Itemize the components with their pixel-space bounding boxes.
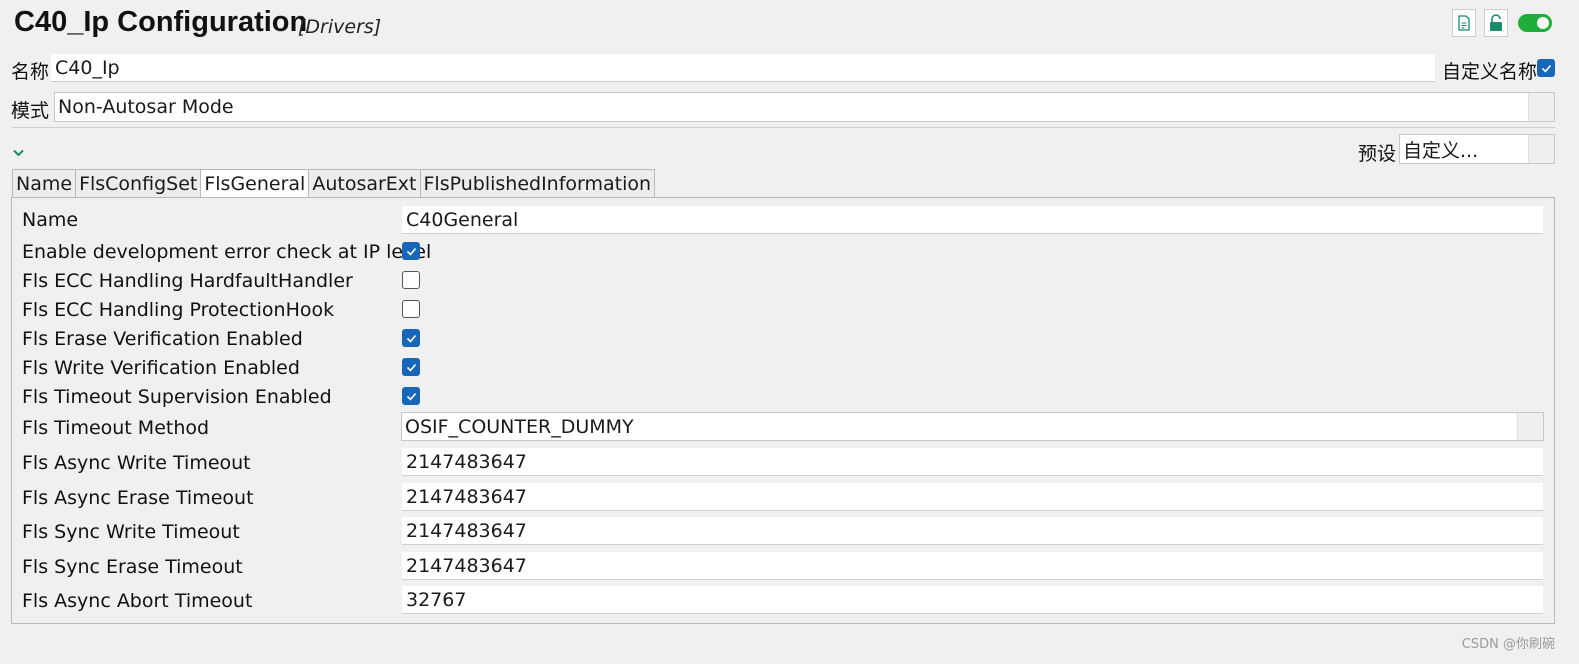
check-icon [406, 247, 416, 256]
async-erase-timeout-label: Fls Async Erase Timeout [22, 487, 254, 509]
async-erase-timeout-input[interactable]: 2147483647 [402, 483, 1543, 511]
preset-select-value: 自定义... [1403, 139, 1479, 162]
erase-verification-checkbox[interactable] [402, 329, 420, 347]
dropdown-arrow-area[interactable] [1528, 135, 1554, 163]
custom-name-checkbox[interactable] [1537, 59, 1555, 77]
check-icon [1541, 64, 1551, 73]
ecc-hardfault-checkbox[interactable] [402, 271, 420, 289]
document-icon [1458, 15, 1470, 31]
tab-name[interactable]: Name [12, 169, 76, 198]
divider [12, 127, 1555, 128]
timeout-method-label: Fls Timeout Method [22, 417, 210, 439]
ecc-hardfault-label: Fls ECC Handling HardfaultHandler [22, 270, 353, 292]
general-name-label: Name [22, 209, 79, 231]
check-icon [406, 334, 416, 343]
async-write-timeout-label: Fls Async Write Timeout [22, 452, 251, 474]
unlock-icon-button[interactable] [1484, 9, 1508, 37]
name-label: 名称 [11, 61, 50, 83]
timeout-method-select[interactable]: OSIF_COUNTER_DUMMY [401, 412, 1544, 441]
check-icon [406, 363, 416, 372]
timeout-supervision-label: Fls Timeout Supervision Enabled [22, 386, 332, 408]
mode-select-value: Non-Autosar Mode [58, 96, 234, 118]
timeout-supervision-checkbox[interactable] [402, 387, 420, 405]
sync-erase-timeout-label: Fls Sync Erase Timeout [22, 556, 243, 578]
dev-error-check-label: Enable development error check at IP lev… [22, 241, 432, 263]
document-icon-button[interactable] [1452, 9, 1476, 37]
name-input[interactable]: C40_Ip [51, 54, 1435, 82]
async-abort-timeout-input[interactable]: 32767 [402, 586, 1543, 614]
tab-bar: Name FlsConfigSet FlsGeneral AutosarExt … [12, 169, 656, 198]
toggle-switch[interactable] [1518, 14, 1552, 32]
general-name-input[interactable]: C40General [402, 206, 1543, 234]
ecc-protectionhook-checkbox[interactable] [402, 300, 420, 318]
sync-write-timeout-label: Fls Sync Write Timeout [22, 521, 240, 543]
sync-write-timeout-input[interactable]: 2147483647 [402, 517, 1543, 545]
toggle-knob [1537, 17, 1549, 29]
custom-name-label: 自定义名称 [1442, 61, 1538, 83]
watermark: CSDN @你刷碗 [1461, 637, 1555, 652]
async-write-timeout-input[interactable]: 2147483647 [402, 448, 1543, 476]
dropdown-arrow-area[interactable] [1517, 413, 1543, 440]
ecc-protectionhook-label: Fls ECC Handling ProtectionHook [22, 299, 335, 321]
sync-erase-timeout-input[interactable]: 2147483647 [402, 552, 1543, 580]
erase-verification-label: Fls Erase Verification Enabled [22, 328, 303, 350]
page-subtitle: [Drivers] [298, 16, 382, 38]
write-verification-checkbox[interactable] [402, 358, 420, 376]
page-title: C40_Ip Configuration [14, 6, 308, 38]
preset-label: 预设 [1358, 143, 1397, 165]
write-verification-label: Fls Write Verification Enabled [22, 357, 300, 379]
chevron-down-icon[interactable] [12, 141, 25, 163]
dev-error-check-checkbox[interactable] [402, 242, 420, 260]
tab-flsgeneral[interactable]: FlsGeneral [200, 169, 309, 198]
unlock-icon [1490, 14, 1502, 31]
tab-flsconfigset[interactable]: FlsConfigSet [75, 169, 201, 198]
mode-select[interactable]: Non-Autosar Mode [54, 92, 1555, 122]
async-abort-timeout-label: Fls Async Abort Timeout [22, 590, 253, 612]
timeout-method-value: OSIF_COUNTER_DUMMY [405, 415, 634, 438]
tab-autosarext[interactable]: AutosarExt [308, 169, 420, 198]
tab-flspublishedinformation[interactable]: FlsPublishedInformation [419, 169, 656, 198]
check-icon [406, 392, 416, 401]
preset-select[interactable]: 自定义... [1399, 134, 1555, 164]
dropdown-arrow-area[interactable] [1528, 93, 1554, 121]
mode-label: 模式 [11, 100, 50, 122]
